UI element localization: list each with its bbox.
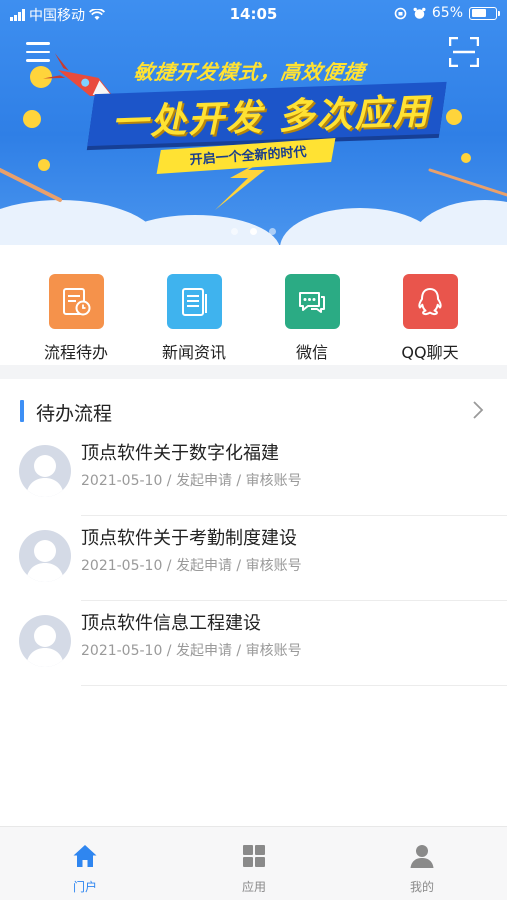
tab-mine[interactable]: 我的	[362, 827, 482, 900]
banner-subtitle: 敏捷开发模式，高效便捷	[132, 60, 367, 84]
tab-label: 我的	[409, 880, 434, 894]
alarm-icon	[413, 7, 426, 19]
grid-icon	[243, 845, 265, 867]
carousel-dot[interactable]	[269, 228, 276, 235]
section-accent-bar	[20, 400, 24, 422]
todo-meta: 2021-05-10 / 发起申请 / 审核账号	[81, 643, 302, 659]
menu-icon-line	[26, 42, 50, 45]
home-icon	[73, 845, 97, 867]
wechat-icon	[284, 274, 340, 329]
quick-entry-label: 流程待办	[43, 343, 108, 362]
battery-icon	[469, 6, 500, 20]
tab-portal[interactable]: 门户	[25, 827, 145, 900]
todo-meta: 2021-05-10 / 发起申请 / 审核账号	[81, 558, 302, 574]
quick-entry-process-todo[interactable]: 流程待办	[16, 274, 136, 363]
carousel-dot[interactable]	[231, 228, 238, 235]
tab-label: 门户	[72, 880, 97, 894]
status-bar: 中国移动 14:05 65%	[0, 0, 507, 28]
avatar	[19, 615, 71, 667]
row-divider	[81, 685, 507, 686]
qq-icon	[402, 274, 458, 329]
user-icon	[410, 845, 434, 868]
todo-title: 顶点软件信息工程建设	[81, 613, 261, 634]
todo-list-item[interactable]: 顶点软件关于数字化福建 2021-05-10 / 发起申请 / 审核账号	[0, 430, 507, 516]
menu-button[interactable]	[26, 42, 50, 64]
news-icon	[166, 274, 222, 329]
status-right: 65%	[394, 5, 500, 21]
section-title: 待办流程	[36, 403, 113, 425]
bottom-tab-bar: 门户 应用 我的	[0, 826, 507, 900]
quick-entry-qq[interactable]: QQ聊天	[370, 274, 490, 363]
todo-list-item[interactable]: 顶点软件关于考勤制度建设 2021-05-10 / 发起申请 / 审核账号	[0, 515, 507, 601]
chevron-right-icon[interactable]	[471, 399, 485, 421]
todo-title: 顶点软件关于数字化福建	[81, 443, 279, 464]
tab-label: 应用	[241, 880, 266, 894]
quick-entry-label: 新闻资讯	[161, 343, 226, 362]
process-todo-icon	[48, 274, 104, 329]
todo-title: 顶点软件关于考勤制度建设	[81, 528, 297, 549]
carousel-indicator	[0, 228, 507, 235]
rotation-lock-icon	[394, 7, 407, 19]
section-divider	[0, 365, 507, 379]
avatar	[19, 445, 71, 497]
carousel-dot-active[interactable]	[250, 228, 257, 235]
tab-apps[interactable]: 应用	[194, 827, 314, 900]
todo-meta: 2021-05-10 / 发起申请 / 审核账号	[81, 473, 302, 489]
battery-percent: 65%	[431, 5, 463, 21]
todo-list-item[interactable]: 顶点软件信息工程建设 2021-05-10 / 发起申请 / 审核账号	[0, 600, 507, 686]
banner-carousel[interactable]: 中国移动 14:05 65% 敏捷开发模式，高效便捷 一处开发 多次应用 开启一…	[0, 0, 507, 245]
quick-entry-label: QQ聊天	[401, 343, 459, 362]
quick-entry-grid: 流程待办 新闻资讯 微信 QQ聊天	[0, 245, 507, 365]
quick-entry-wechat[interactable]: 微信	[252, 274, 372, 363]
quick-entry-label: 微信	[295, 343, 328, 362]
avatar	[19, 530, 71, 582]
scan-icon[interactable]	[449, 37, 479, 67]
menu-icon-line	[26, 50, 50, 53]
quick-entry-news[interactable]: 新闻资讯	[134, 274, 254, 363]
menu-icon-line	[26, 59, 50, 62]
